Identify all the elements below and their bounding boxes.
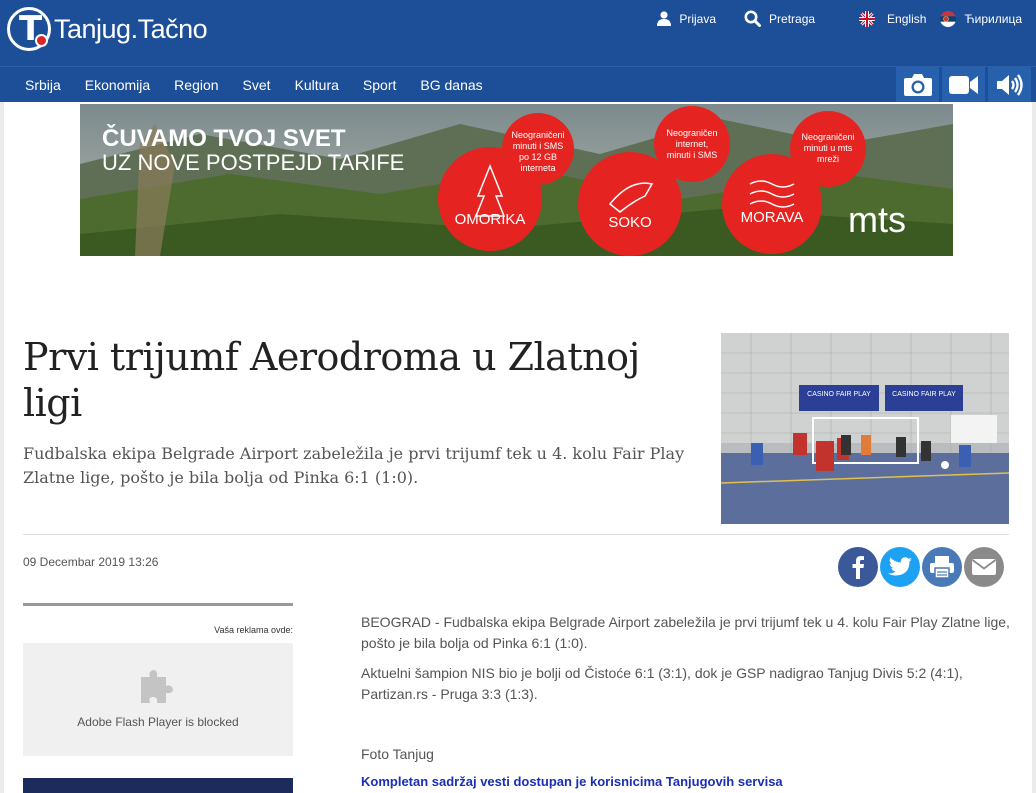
photo-banner-1: CASINO FAIR PLAY — [807, 391, 871, 398]
share-facebook-button[interactable] — [838, 547, 878, 587]
nav-item-kultura[interactable]: Kultura — [283, 77, 351, 93]
article-paragraph-1: BEOGRAD - Fudbalska ekipa Belgrade Airpo… — [361, 614, 1010, 651]
ad-label: Vaša reklama ovde: — [214, 625, 293, 635]
mts-ad-banner[interactable]: ČUVAMO TVOJ SVET UZ NOVE POSTPEJD TARIFE… — [80, 104, 953, 256]
article-paragraph-2: Aktuelni šampion NIS bio je bolji od Čis… — [361, 665, 963, 702]
mts-logo: mts — [848, 199, 906, 240]
article-date: 09 Decembar 2019 13:26 — [23, 555, 159, 569]
banner-headline-1: ČUVAMO TVOJ SVET — [102, 124, 346, 152]
share-twitter-button[interactable] — [880, 547, 920, 587]
offer-text-1c: po 12 GB — [519, 152, 557, 162]
english-link[interactable]: English — [859, 10, 927, 27]
site-logo[interactable]: T Tanjug.Tačno — [7, 7, 208, 51]
search-label: Pretraga — [769, 11, 816, 26]
sidebar-ad-block[interactable] — [23, 778, 293, 793]
share-buttons — [838, 547, 1006, 587]
article-title: Prvi trijumf Aerodroma u Zlatnoj ligi — [23, 335, 640, 425]
logo-mark: T — [7, 7, 51, 51]
media-icons — [893, 67, 1031, 103]
flash-placeholder[interactable]: Adobe Flash Player is blocked — [23, 643, 293, 756]
offer-text-2c: minuti i SMS — [667, 150, 718, 160]
login-label: Prijava — [679, 11, 717, 26]
nav-item-svet[interactable]: Svet — [231, 77, 283, 93]
offer-text-1a: Neograničeni — [511, 130, 564, 140]
facebook-icon — [852, 556, 864, 579]
nav-items: Srbija Ekonomija Region Svet Kultura Spo… — [13, 67, 495, 103]
email-button[interactable] — [964, 547, 1004, 587]
offer-text-2b: internet, — [676, 139, 709, 149]
camera-icon — [903, 74, 932, 96]
flash-blocked-message: Adobe Flash Player is blocked — [77, 715, 239, 729]
sidebar-rule — [23, 603, 293, 606]
main-nav: Srbija Ekonomija Region Svet Kultura Spo… — [0, 66, 1036, 103]
full-content-link[interactable]: Kompletan sadržaj vesti dostupan je kori… — [361, 774, 783, 789]
login-link[interactable]: Prijava — [657, 11, 716, 26]
offer-name-omorika: OMORIKA — [455, 211, 526, 228]
search-icon — [744, 10, 762, 27]
video-icon — [948, 76, 978, 94]
photo-banner-2: CASINO FAIR PLAY — [892, 391, 956, 398]
offer-text-3a: Neograničeni — [801, 132, 854, 142]
cyrillic-link[interactable]: Ћирилица — [940, 10, 1022, 27]
cyrillic-label: Ћирилица — [964, 11, 1022, 26]
logo-text: Tanjug.Tačno — [54, 13, 208, 44]
article-body: BEOGRAD - Fudbalska ekipa Belgrade Airpo… — [361, 612, 1011, 714]
uk-flag-icon — [859, 10, 876, 27]
offer-name-soko: SOKO — [608, 214, 651, 231]
offer-text-1d: interneta — [520, 163, 555, 173]
photo-credit: Foto Tanjug — [361, 746, 434, 762]
nav-item-sport[interactable]: Sport — [351, 77, 408, 93]
article-photo[interactable]: CASINO FAIR PLAY CASINO FAIR PLAY — [721, 333, 1009, 524]
offer-text-3b: minuti u mts — [804, 143, 853, 153]
title-divider — [23, 534, 1009, 535]
offer-name-morava: MORAVA — [741, 209, 804, 226]
offer-text-2a: Neograničen — [666, 128, 717, 138]
search-link[interactable]: Pretraga — [744, 10, 815, 27]
audio-icon — [996, 74, 1023, 96]
header-bar: T Tanjug.Tačno Prijava Pretraga English — [0, 0, 1036, 66]
banner-headline-2: UZ NOVE POSTPEJD TARIFE — [102, 150, 404, 175]
user-icon — [657, 11, 672, 26]
print-icon — [930, 556, 954, 579]
page-content: ČUVAMO TVOJ SVET UZ NOVE POSTPEJD TARIFE… — [4, 102, 1032, 793]
email-icon — [971, 559, 997, 575]
photo-gallery-button[interactable] — [896, 67, 939, 103]
nav-item-ekonomija[interactable]: Ekonomija — [73, 77, 162, 93]
serbia-flag-icon — [940, 10, 957, 27]
nav-item-bg-danas[interactable]: BG danas — [408, 77, 494, 93]
english-label: English — [887, 11, 927, 26]
video-button[interactable] — [942, 67, 985, 103]
nav-item-region[interactable]: Region — [162, 77, 230, 93]
offer-text-3c: mreži — [817, 154, 839, 164]
article-lead: Fudbalska ekipa Belgrade Airport zabelež… — [23, 444, 685, 487]
nav-item-srbija[interactable]: Srbija — [13, 77, 73, 93]
puzzle-icon — [141, 670, 173, 703]
offer-text-1b: minuti i SMS — [513, 141, 564, 151]
twitter-icon — [888, 557, 912, 576]
top-links: Prijava Pretraga English Ћирилица — [629, 10, 1022, 27]
audio-button[interactable] — [988, 67, 1031, 103]
print-button[interactable] — [922, 547, 962, 587]
